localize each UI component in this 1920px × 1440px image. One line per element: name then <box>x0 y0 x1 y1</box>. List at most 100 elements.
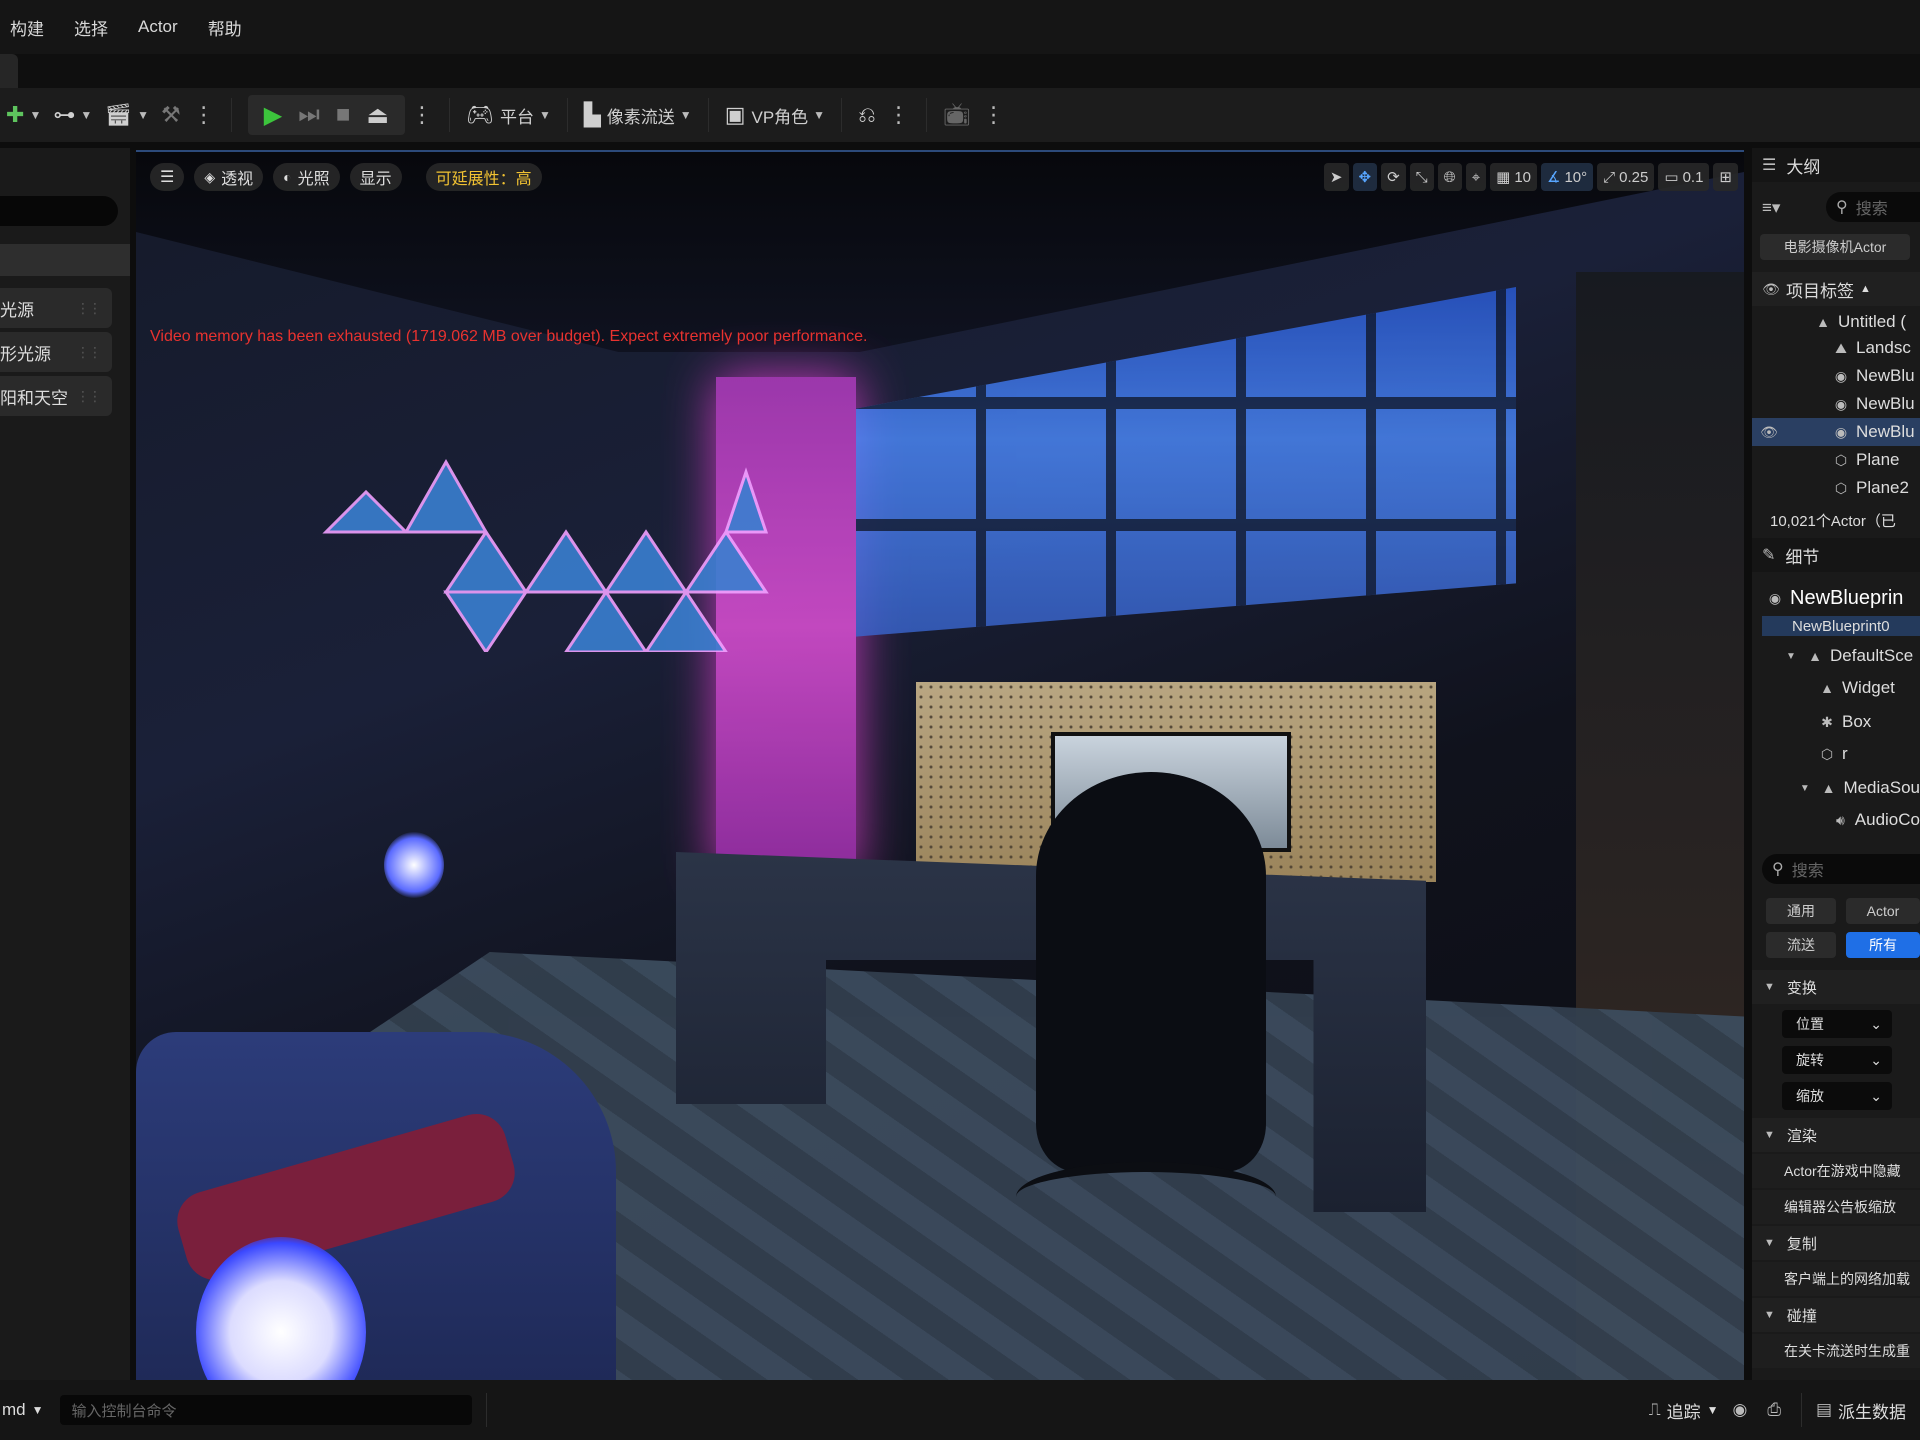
pixel-streaming-button[interactable]: ▙ 像素流送 ▼ <box>578 95 698 135</box>
outliner-row[interactable]: ▲ Untitled ( <box>1752 308 1920 336</box>
component-row[interactable]: ▼ ▲ MediaSou <box>1752 774 1920 802</box>
chevron-down-icon: ⌄ <box>1870 1015 1882 1032</box>
outliner-row[interactable]: ⛰ Landsc <box>1752 334 1920 362</box>
blueprints-button[interactable]: ⊶ ▼ <box>47 95 98 135</box>
frame-step-icon[interactable]: ⏭ <box>298 101 320 129</box>
chevron-down-icon: ▼ <box>813 108 826 122</box>
globe-icon: 🌐︎ <box>1443 168 1456 186</box>
filter-streaming[interactable]: 流送 <box>1766 932 1836 958</box>
coord-system-button[interactable]: 🌐︎ <box>1437 163 1462 191</box>
filter-chip-label: 电影摄像机Actor <box>1783 239 1887 255</box>
vp-role-button[interactable]: ▣ VP角色 ▼ <box>719 95 831 135</box>
screenshot-button[interactable]: ⎙ <box>1767 1400 1787 1420</box>
section-transform[interactable]: ▼ 变换 <box>1752 970 1920 1004</box>
viewport-menu-button[interactable]: ☰ <box>150 163 185 191</box>
play-options-icon[interactable]: ⋮ <box>405 102 439 128</box>
eye-icon: 👁︎ <box>1762 280 1780 297</box>
more-options-icon[interactable]: ⋮ <box>187 102 221 128</box>
scalability-button[interactable]: 可延展性：高 <box>425 163 542 191</box>
collapse-arrow-icon: ▼ <box>1764 1309 1775 1321</box>
component-row[interactable]: 🔊︎ AudioCo <box>1752 806 1920 834</box>
outliner-header[interactable]: ☰ 大纲 <box>1752 148 1920 182</box>
modes-button[interactable]: ⚒ <box>155 95 187 135</box>
toolbar-divider <box>566 98 568 132</box>
trace-button[interactable]: ⎍ 追踪 ▼ <box>1649 1398 1719 1423</box>
select-mode-button[interactable]: ➤ <box>1323 163 1349 191</box>
view-mode-button[interactable]: ◐ 光照 <box>273 163 340 191</box>
menu-actor[interactable]: Actor <box>138 17 178 37</box>
grid-snap-value: 10 <box>1514 168 1532 186</box>
outliner-column-header[interactable]: 👁︎ 项目标签 ▲ <box>1752 272 1920 306</box>
scale-mode-button[interactable]: ⤡ <box>1409 163 1434 191</box>
section-rendering[interactable]: ▼ 渲染 <box>1752 1118 1920 1152</box>
outliner-row[interactable]: ◉ NewBlu <box>1752 362 1920 390</box>
eject-icon[interactable]: ⏏ <box>366 101 389 130</box>
cine-camera-filter-chip[interactable]: 电影摄像机Actor <box>1760 234 1910 260</box>
console-type-dropdown[interactable]: md ▼ <box>2 1400 44 1420</box>
add-actor-button[interactable]: ✚ ▼ <box>0 95 47 135</box>
filter-all[interactable]: 所有 <box>1846 932 1920 958</box>
more-options-icon[interactable]: ⋮ <box>882 102 916 128</box>
details-header[interactable]: ✎ 细节 <box>1752 538 1920 572</box>
component-row[interactable]: ⬡ r <box>1752 740 1920 768</box>
level-tab[interactable] <box>0 54 18 88</box>
record-button[interactable]: ◉ <box>1732 1400 1753 1420</box>
show-button[interactable]: 显示 <box>349 163 402 191</box>
platform-button[interactable]: 🎮︎ 平台 ▼ <box>460 95 557 135</box>
blueprint-icon: ◉ <box>1834 423 1848 440</box>
outliner-row-label: Untitled ( <box>1838 312 1907 331</box>
outliner-row-selected[interactable]: 👁︎ ◉ NewBlu <box>1752 418 1920 446</box>
play-icon[interactable]: ▶ <box>264 101 282 130</box>
box-icon: ✱ <box>1821 713 1833 730</box>
place-item-rect-light[interactable]: 形光源 ⋮⋮ <box>0 332 112 372</box>
camera-speed-button[interactable]: ▭ 0.1 <box>1658 163 1710 191</box>
section-replication[interactable]: ▼ 复制 <box>1752 1226 1920 1260</box>
menu-help[interactable]: 帮助 <box>208 15 242 40</box>
surface-snap-button[interactable]: ⌖ <box>1465 163 1487 191</box>
level-viewport[interactable]: ☰ ◈ 透视 ◐ 光照 显示 可延展性：高 ➤ ✥ ⟳ ⤡ 🌐︎ ⌖ ▦ 10 … <box>136 150 1744 1380</box>
source-control-button[interactable]: ⎌ <box>852 95 882 135</box>
outliner-row[interactable]: ◉ NewBlu <box>1752 390 1920 418</box>
component-row[interactable]: ✱ Box <box>1752 708 1920 736</box>
translate-mode-button[interactable]: ✥ <box>1352 163 1378 191</box>
component-row[interactable]: ▲ Widget <box>1752 674 1920 702</box>
rotation-dropdown[interactable]: 旋转 ⌄ <box>1782 1046 1892 1074</box>
place-item-label: 光源 <box>0 300 34 320</box>
location-dropdown[interactable]: 位置 ⌄ <box>1782 1010 1892 1038</box>
more-options-icon[interactable]: ⋮ <box>977 102 1011 128</box>
perspective-button[interactable]: ◈ 透视 <box>194 163 264 191</box>
menu-select[interactable]: 选择 <box>74 15 108 40</box>
outliner-row[interactable]: ⬡ Plane <box>1752 446 1920 474</box>
prop-billboard-scale: 编辑器公告板缩放 <box>1752 1190 1920 1224</box>
grid-snap-button[interactable]: ▦ 10 <box>1490 163 1538 191</box>
console-command-input[interactable]: 输入控制台命令 <box>59 1395 472 1425</box>
virtual-camera-button[interactable]: 📺︎ <box>937 95 977 135</box>
collapse-arrow-icon: ▼ <box>1764 1237 1775 1249</box>
menu-build[interactable]: 构建 <box>10 15 44 40</box>
place-actors-search[interactable] <box>0 196 118 226</box>
filter-actor[interactable]: Actor <box>1846 898 1920 924</box>
toolbar-divider <box>925 98 927 132</box>
cinematics-button[interactable]: 🎬︎ ▼ <box>98 95 155 135</box>
rotate-mode-button[interactable]: ⟳ <box>1381 163 1406 191</box>
scale-snap-button[interactable]: ⤢ 0.25 <box>1597 163 1655 191</box>
details-search[interactable]: ⚲ 搜索 <box>1762 854 1920 884</box>
chevron-down-icon: ▼ <box>31 1403 44 1417</box>
filter-general[interactable]: 通用 <box>1766 898 1836 924</box>
component-root-row[interactable]: NewBlueprint0 <box>1762 616 1920 636</box>
category-selected[interactable] <box>0 244 130 276</box>
toolbar-divider <box>841 98 843 132</box>
place-item-sun-sky[interactable]: 阳和天空 ⋮⋮ <box>0 376 112 416</box>
outliner-search[interactable]: ⚲ 搜索 <box>1826 192 1920 222</box>
outliner-row[interactable]: ⬡ Plane2 <box>1752 474 1920 502</box>
rotate-snap-button[interactable]: ∡ 10° <box>1541 163 1594 191</box>
component-row[interactable]: ▼ ▲ DefaultSce <box>1752 642 1920 670</box>
viewport-layout-button[interactable]: ⊞ <box>1713 163 1738 191</box>
section-collision[interactable]: ▼ 碰撞 <box>1752 1298 1920 1332</box>
speaker-icon: 🔊︎ <box>1835 811 1845 828</box>
place-item-light[interactable]: 光源 ⋮⋮ <box>0 288 112 328</box>
stop-icon[interactable]: ■ <box>336 101 351 129</box>
scale-dropdown[interactable]: 缩放 ⌄ <box>1782 1082 1892 1110</box>
camera-icon: ⎙ <box>1767 1400 1781 1419</box>
derived-data-button[interactable]: ▤ 派生数据 <box>1816 1398 1906 1423</box>
